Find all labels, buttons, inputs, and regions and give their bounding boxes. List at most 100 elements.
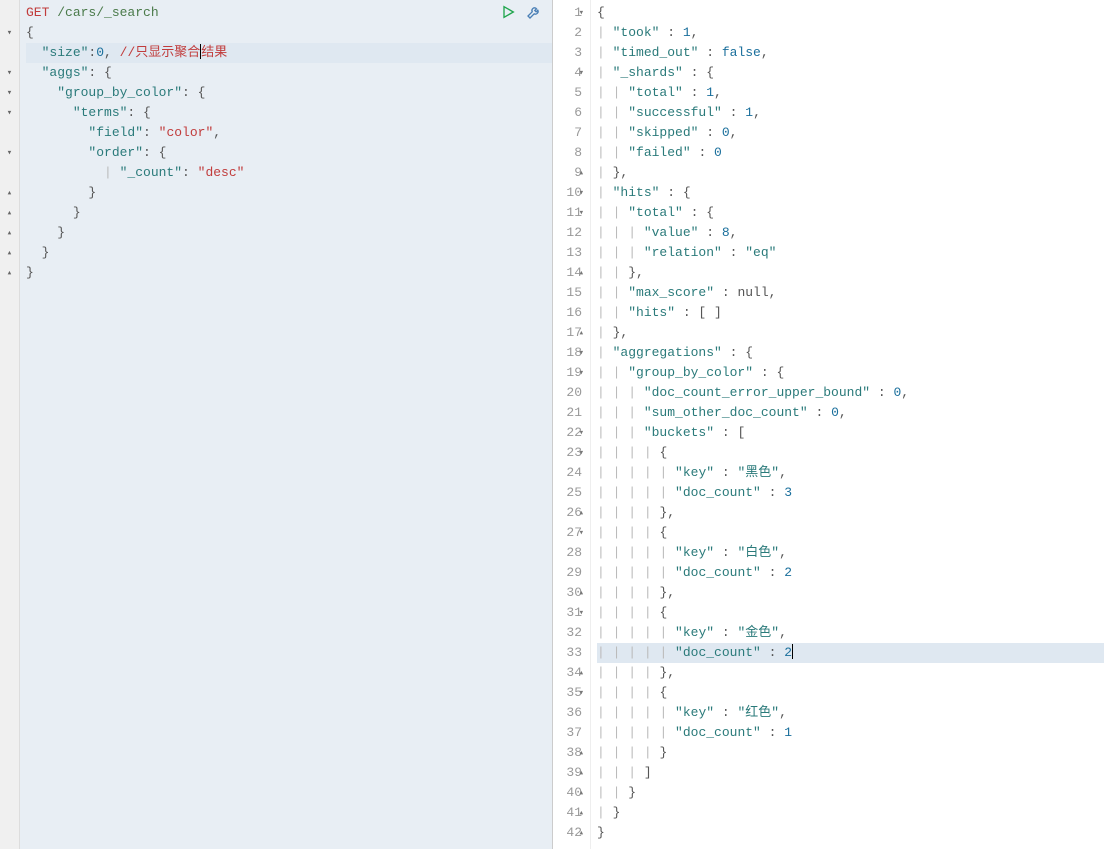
code-line[interactable]: | | | | },: [597, 663, 1104, 683]
code-line[interactable]: | "hits" : {: [597, 183, 1104, 203]
code-line[interactable]: | | "hits" : [ ]: [597, 303, 1104, 323]
play-icon[interactable]: [500, 4, 516, 27]
code-line[interactable]: }: [26, 263, 552, 283]
code-line[interactable]: | | | | | "doc_count" : 1: [597, 723, 1104, 743]
code-line[interactable]: | | | | {: [597, 523, 1104, 543]
line-number: 33: [553, 643, 582, 663]
fold-open-icon[interactable]: ▾: [0, 143, 19, 163]
code-line[interactable]: | | | "buckets" : [: [597, 423, 1104, 443]
fold-open-icon[interactable]: ▾: [574, 363, 584, 383]
fold-close-icon[interactable]: ▴: [574, 583, 584, 603]
code-line[interactable]: | | | "relation" : "eq": [597, 243, 1104, 263]
fold-open-icon[interactable]: ▾: [0, 23, 19, 43]
fold-close-icon[interactable]: ▴: [574, 803, 584, 823]
response-editor[interactable]: 1▾234▾56789▴10▾11▾121314▴151617▴18▾19▾20…: [553, 0, 1104, 849]
code-line[interactable]: | "aggregations" : {: [597, 343, 1104, 363]
fold-open-icon[interactable]: ▾: [574, 3, 584, 23]
code-line[interactable]: | "_shards" : {: [597, 63, 1104, 83]
code-line[interactable]: {: [26, 23, 552, 43]
code-line[interactable]: "group_by_color": {: [26, 83, 552, 103]
code-line[interactable]: | | | "sum_other_doc_count" : 0,: [597, 403, 1104, 423]
code-line[interactable]: | | | | | "key" : "黑色",: [597, 463, 1104, 483]
fold-open-icon[interactable]: ▾: [574, 343, 584, 363]
fold-open-icon[interactable]: ▾: [574, 683, 584, 703]
code-line[interactable]: }: [597, 823, 1104, 843]
code-line[interactable]: | "_count": "desc": [26, 163, 552, 183]
code-line[interactable]: }: [26, 183, 552, 203]
line-number: 5: [553, 83, 582, 103]
fold-close-icon[interactable]: ▴: [574, 163, 584, 183]
code-line[interactable]: | | }: [597, 783, 1104, 803]
code-line[interactable]: | | "successful" : 1,: [597, 103, 1104, 123]
code-line[interactable]: | | | | | "doc_count" : 3: [597, 483, 1104, 503]
code-line[interactable]: | },: [597, 323, 1104, 343]
fold-close-icon[interactable]: ▴: [574, 763, 584, 783]
code-line[interactable]: | | },: [597, 263, 1104, 283]
response-code-area[interactable]: {| "took" : 1,| "timed_out" : false,| "_…: [591, 0, 1104, 849]
fold-close-icon[interactable]: ▴: [574, 743, 584, 763]
code-line[interactable]: | | | | | "doc_count" : 2: [597, 563, 1104, 583]
fold-close-icon[interactable]: ▴: [574, 783, 584, 803]
code-line[interactable]: | }: [597, 803, 1104, 823]
fold-open-icon[interactable]: ▾: [0, 63, 19, 83]
code-line[interactable]: | | | | | "key" : "红色",: [597, 703, 1104, 723]
code-line[interactable]: | | | | {: [597, 683, 1104, 703]
fold-open-icon[interactable]: ▾: [574, 443, 584, 463]
code-line[interactable]: | | "skipped" : 0,: [597, 123, 1104, 143]
fold-open-icon[interactable]: ▾: [574, 183, 584, 203]
fold-close-icon[interactable]: ▴: [574, 823, 584, 843]
line-number: 13: [553, 243, 582, 263]
code-line[interactable]: {: [597, 3, 1104, 23]
fold-close-icon[interactable]: ▴: [0, 263, 19, 283]
code-line[interactable]: | "took" : 1,: [597, 23, 1104, 43]
code-line[interactable]: | | "group_by_color" : {: [597, 363, 1104, 383]
fold-open-icon[interactable]: ▾: [0, 103, 19, 123]
code-line[interactable]: }: [26, 223, 552, 243]
line-number: 16: [553, 303, 582, 323]
fold-close-icon[interactable]: ▴: [0, 243, 19, 263]
code-line[interactable]: }: [26, 243, 552, 263]
fold-close-icon[interactable]: ▴: [574, 263, 584, 283]
code-line[interactable]: | | "failed" : 0: [597, 143, 1104, 163]
code-line[interactable]: "field": "color",: [26, 123, 552, 143]
code-line[interactable]: | },: [597, 163, 1104, 183]
code-line[interactable]: | | | | },: [597, 583, 1104, 603]
code-line[interactable]: | | | "doc_count_error_upper_bound" : 0,: [597, 383, 1104, 403]
fold-open-icon[interactable]: ▾: [574, 423, 584, 443]
code-line[interactable]: | | | | {: [597, 443, 1104, 463]
request-code-area[interactable]: GET /cars/_search{ "size":0, //只显示聚合结果 "…: [20, 0, 552, 849]
fold-close-icon[interactable]: ▴: [574, 323, 584, 343]
code-line[interactable]: GET /cars/_search: [26, 3, 552, 23]
code-line[interactable]: | | | | }: [597, 743, 1104, 763]
fold-close-icon[interactable]: ▴: [574, 503, 584, 523]
code-line[interactable]: | | | | },: [597, 503, 1104, 523]
fold-close-icon[interactable]: ▴: [0, 223, 19, 243]
code-line[interactable]: | | "total" : {: [597, 203, 1104, 223]
code-line[interactable]: "order": {: [26, 143, 552, 163]
code-line[interactable]: }: [26, 203, 552, 223]
fold-open-icon[interactable]: ▾: [574, 63, 584, 83]
fold-open-icon[interactable]: ▾: [574, 603, 584, 623]
code-line[interactable]: | "timed_out" : false,: [597, 43, 1104, 63]
code-line[interactable]: | | | | | "key" : "金色",: [597, 623, 1104, 643]
code-line[interactable]: | | "max_score" : null,: [597, 283, 1104, 303]
code-line[interactable]: "aggs": {: [26, 63, 552, 83]
request-editor[interactable]: ▾▾▾▾▾▴▴▴▴▴ GET /cars/_search{ "size":0, …: [0, 0, 552, 849]
code-line[interactable]: | | "total" : 1,: [597, 83, 1104, 103]
fold-open-icon[interactable]: ▾: [0, 83, 19, 103]
fold-blank: [0, 3, 19, 23]
fold-open-icon[interactable]: ▾: [574, 523, 584, 543]
code-line[interactable]: | | | | | "key" : "白色",: [597, 543, 1104, 563]
fold-close-icon[interactable]: ▴: [574, 663, 584, 683]
code-line[interactable]: | | | "value" : 8,: [597, 223, 1104, 243]
fold-gutter-left[interactable]: ▾▾▾▾▾▴▴▴▴▴: [0, 0, 20, 849]
code-line[interactable]: "size":0, //只显示聚合结果: [26, 43, 552, 63]
code-line[interactable]: | | | | {: [597, 603, 1104, 623]
fold-close-icon[interactable]: ▴: [0, 183, 19, 203]
wrench-icon[interactable]: [526, 4, 542, 27]
code-line[interactable]: | | | ]: [597, 763, 1104, 783]
code-line[interactable]: | | | | | "doc_count" : 2: [597, 643, 1104, 663]
fold-open-icon[interactable]: ▾: [574, 203, 584, 223]
code-line[interactable]: "terms": {: [26, 103, 552, 123]
fold-close-icon[interactable]: ▴: [0, 203, 19, 223]
